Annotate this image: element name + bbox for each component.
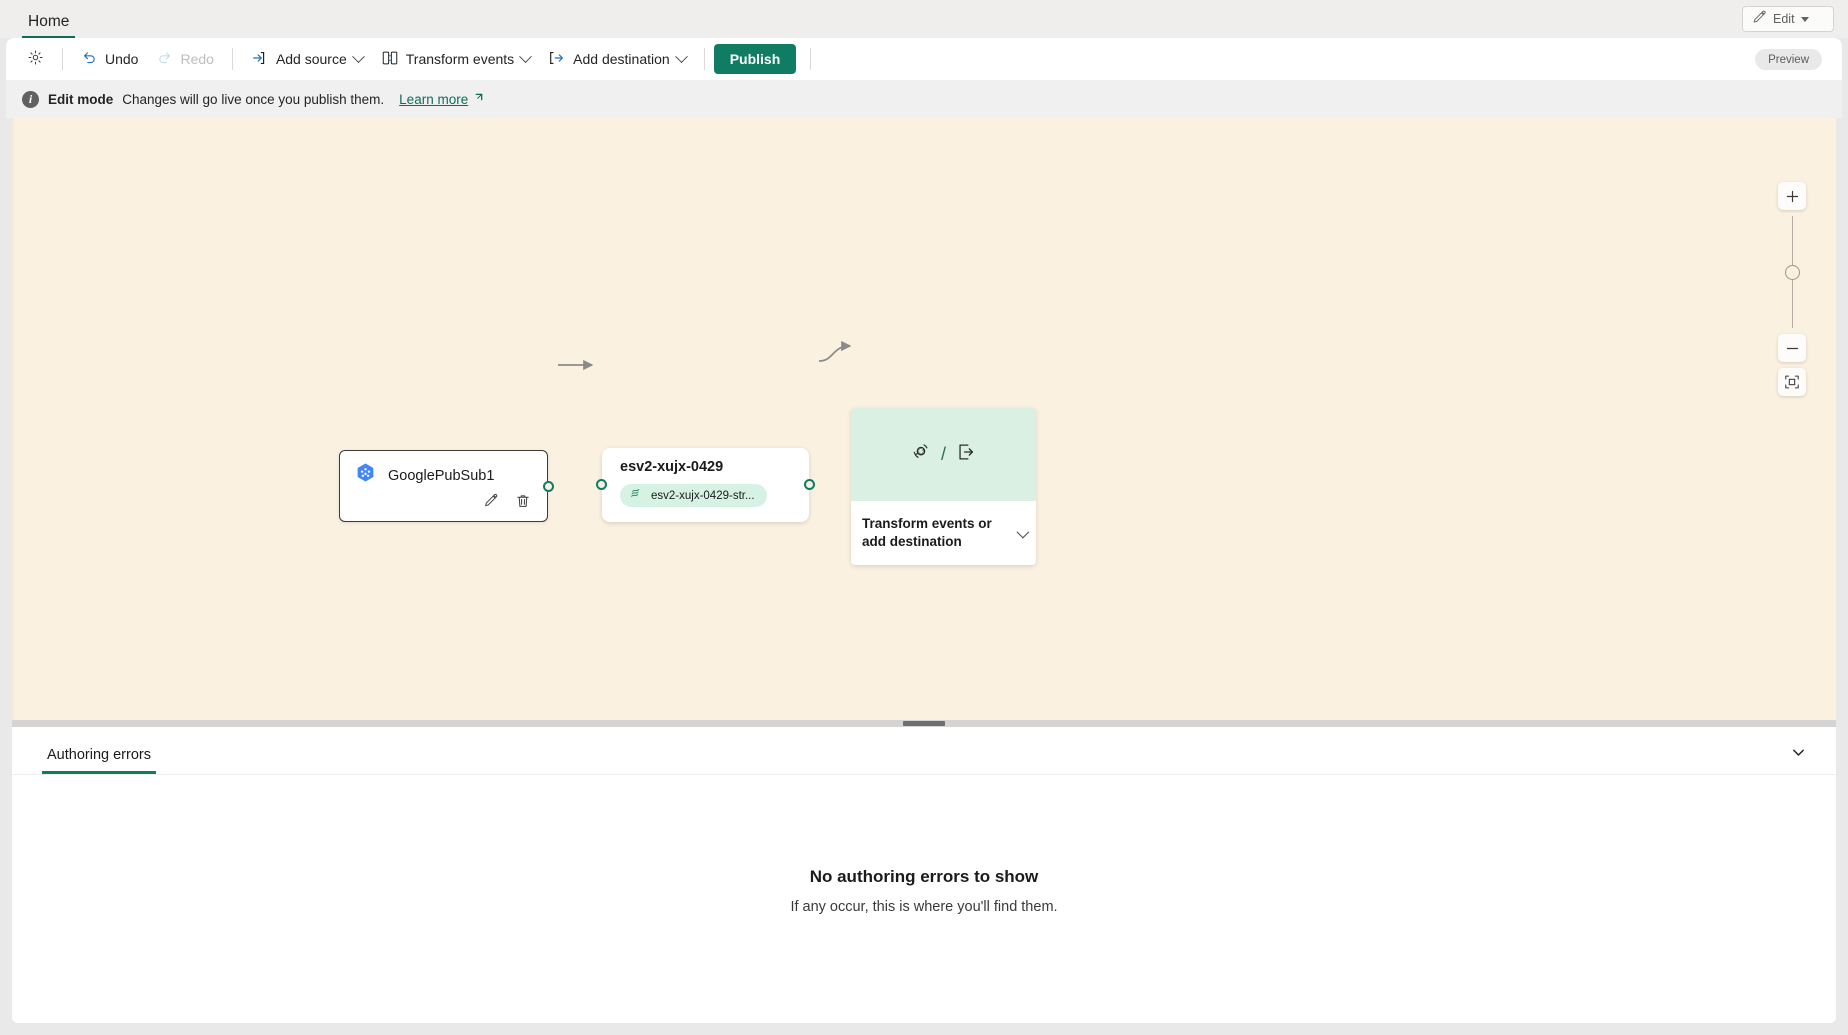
bottom-panel: Authoring errors No authoring errors to … (12, 727, 1836, 1023)
zoom-controls (1772, 182, 1812, 396)
divider (810, 48, 812, 70)
edit-node-button[interactable] (483, 493, 499, 514)
pencil-icon (1752, 10, 1767, 28)
zoom-out-button[interactable] (1778, 334, 1806, 362)
placeholder-label: Transform events or add destination (862, 515, 992, 549)
banner-message: Changes will go live once you publish th… (122, 91, 385, 107)
node-actions (483, 493, 531, 514)
transform-events-icon (381, 49, 399, 70)
tab-home[interactable]: Home (22, 13, 76, 38)
zoom-in-button[interactable] (1778, 182, 1806, 210)
delete-node-button[interactable] (515, 493, 531, 514)
redo-label: Redo (180, 51, 214, 67)
edit-button-label: Edit (1773, 12, 1795, 26)
bottom-panel-header: Authoring errors (12, 727, 1836, 775)
divider (231, 48, 233, 70)
node-title: esv2-xujx-0429 (620, 459, 724, 475)
zoom-slider-knob[interactable] (1785, 265, 1800, 280)
node-header: GooglePubSub1 (340, 451, 547, 490)
divider (703, 48, 705, 70)
settings-button[interactable] (18, 43, 53, 75)
splitter-grip[interactable] (903, 721, 945, 726)
placeholder-icon-area: / (851, 408, 1036, 501)
empty-state-subtitle: If any occur, this is where you'll find … (790, 899, 1058, 915)
divider (62, 48, 63, 70)
publish-button[interactable]: Publish (713, 44, 797, 74)
add-destination-button[interactable]: Add destination (539, 43, 695, 75)
placeholder-footer[interactable]: Transform events or add destination (851, 501, 1036, 565)
zoom-slider[interactable] (1772, 216, 1812, 328)
add-destination-label: Add destination (573, 51, 670, 67)
preview-badge[interactable]: Preview (1755, 49, 1822, 70)
transform-events-label: Transform events (405, 51, 515, 67)
node-add-placeholder[interactable]: / Transform events or add destination (851, 408, 1036, 565)
port-source-output[interactable] (543, 481, 554, 492)
canvas-left-edge (12, 118, 14, 720)
port-stream-input[interactable] (596, 479, 607, 490)
info-icon: i (22, 90, 39, 108)
fit-to-view-button[interactable] (1778, 368, 1806, 396)
node-title: GooglePubSub1 (388, 468, 495, 484)
chevron-down-icon[interactable] (674, 49, 688, 63)
empty-state-title: No authoring errors to show (809, 867, 1039, 886)
edit-mode-button[interactable]: Edit (1742, 6, 1834, 32)
node-eventstream[interactable]: esv2-xujx-0429 esv2-xujx-0429-str... (596, 448, 815, 522)
learn-more-label: Learn more (399, 91, 469, 107)
edit-mode-banner: i Edit mode Changes will go live once yo… (6, 80, 1842, 118)
top-tab-strip: Home Edit (0, 0, 1848, 38)
gear-icon (27, 49, 44, 69)
stream-pill[interactable]: esv2-xujx-0429-str... (620, 484, 767, 507)
external-link-icon (472, 92, 483, 107)
empty-state: No authoring errors to show If any occur… (12, 867, 1836, 915)
chevron-down-icon[interactable] (519, 49, 533, 63)
redo-icon (156, 49, 173, 69)
undo-icon (81, 49, 98, 69)
flow-canvas[interactable]: GooglePubSub1 esv2-xujx-0429 esv2-xujx-0… (12, 118, 1836, 720)
port-stream-output[interactable] (804, 479, 815, 490)
add-source-button[interactable]: Add source (242, 43, 372, 75)
add-source-icon (251, 49, 269, 70)
chevron-down-icon[interactable] (1016, 525, 1030, 538)
panel-splitter[interactable] (12, 720, 1836, 727)
add-source-label: Add source (275, 51, 347, 67)
stream-pill-label: esv2-xujx-0429-str... (651, 489, 755, 502)
icon-separator: / (940, 444, 946, 464)
chevron-down-icon[interactable] (1800, 16, 1809, 22)
command-bar: Undo Redo Add source Transform events Ad (6, 38, 1842, 80)
undo-button[interactable]: Undo (72, 43, 147, 75)
transform-icon (910, 441, 932, 468)
edge-stream-to-placeholder (818, 340, 852, 362)
chevron-down-icon[interactable] (351, 49, 365, 63)
collapse-panel-button[interactable] (1786, 740, 1810, 764)
learn-more-link[interactable]: Learn more (399, 92, 483, 107)
google-pubsub-icon (354, 462, 377, 490)
redo-button: Redo (147, 43, 222, 75)
undo-label: Undo (105, 51, 139, 67)
tab-authoring-errors[interactable]: Authoring errors (42, 747, 156, 774)
transform-events-button[interactable]: Transform events (372, 43, 539, 75)
node-google-pubsub[interactable]: GooglePubSub1 (339, 450, 554, 522)
banner-title: Edit mode (48, 91, 114, 107)
add-destination-icon (548, 49, 566, 70)
stream-icon (629, 487, 643, 504)
export-icon (955, 441, 977, 468)
